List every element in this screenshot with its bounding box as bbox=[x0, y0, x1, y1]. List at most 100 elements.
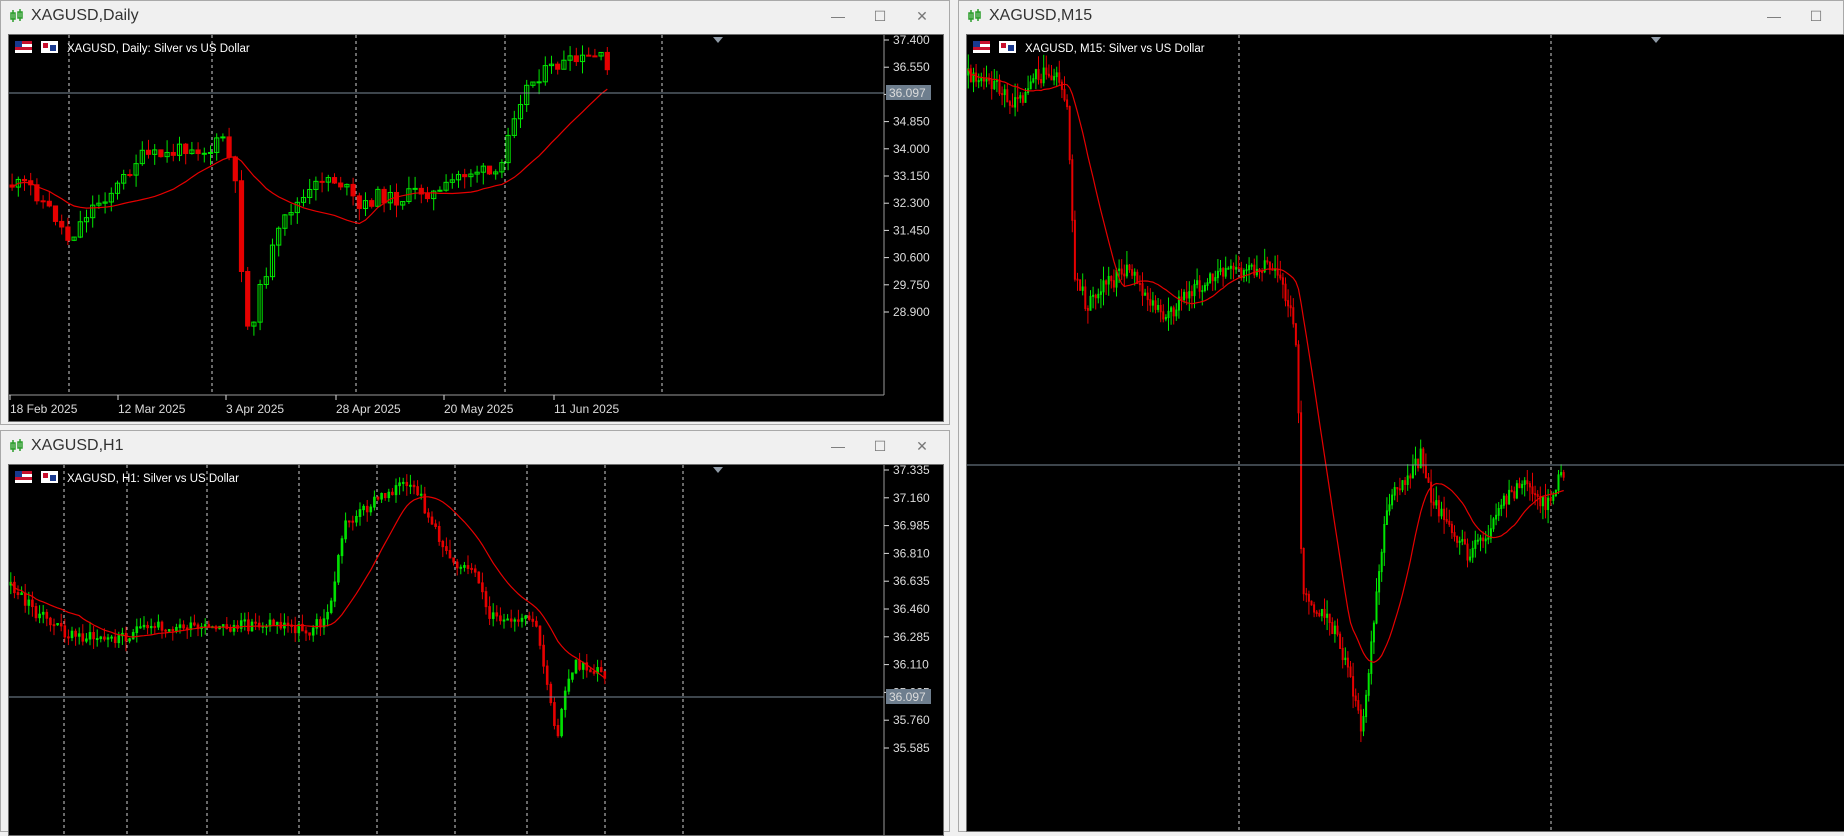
candle-body bbox=[1079, 279, 1082, 291]
candle-body bbox=[1383, 523, 1386, 553]
candle-body bbox=[1211, 273, 1214, 282]
flag-icon bbox=[15, 471, 32, 483]
candle-body bbox=[592, 671, 596, 674]
candle-body bbox=[1287, 300, 1290, 307]
candle-body bbox=[1435, 500, 1438, 506]
candle-body bbox=[1495, 514, 1498, 520]
candle-body bbox=[1071, 159, 1074, 221]
candle-body bbox=[238, 180, 245, 272]
chart-header: XAGUSD, Daily: Silver vs US Dollar bbox=[15, 41, 250, 55]
candle-body bbox=[1063, 88, 1066, 101]
candle-body bbox=[437, 189, 443, 192]
date-label: 28 Apr 2025 bbox=[336, 402, 401, 416]
candle-body bbox=[549, 683, 553, 704]
maximize-button[interactable]: ☐ bbox=[859, 1, 901, 31]
candle-body bbox=[430, 516, 434, 525]
candle-body bbox=[1370, 641, 1373, 674]
price-label: 35.585 bbox=[893, 741, 930, 755]
minimize-button[interactable]: — bbox=[817, 431, 859, 461]
price-label: 34.850 bbox=[893, 115, 930, 129]
candle-body bbox=[1175, 309, 1178, 317]
current-price-value: 36.097 bbox=[889, 690, 926, 704]
candle-body bbox=[412, 187, 418, 190]
candle-body bbox=[1089, 295, 1092, 311]
candle-body bbox=[477, 571, 481, 584]
candle-body bbox=[1479, 537, 1482, 541]
minimize-button[interactable]: — bbox=[1753, 1, 1795, 31]
candle-body bbox=[1445, 518, 1448, 522]
chart-m15[interactable]: XAGUSD, M15: Silver vs US Dollar bbox=[966, 34, 1844, 832]
candle-body bbox=[1430, 481, 1433, 503]
candle-body bbox=[393, 191, 400, 206]
candle-body bbox=[40, 200, 46, 203]
candle-body bbox=[1359, 709, 1362, 732]
candle-body bbox=[347, 520, 351, 523]
candle-body bbox=[1006, 89, 1009, 103]
candle-body bbox=[95, 638, 99, 641]
candle-body bbox=[424, 193, 431, 200]
candle-body bbox=[391, 491, 394, 496]
chart-canvas-daily[interactable]: 37.40036.55035.70034.85034.00033.15032.3… bbox=[9, 35, 943, 421]
titlebar-daily[interactable]: XAGUSD,Daily bbox=[1, 1, 949, 31]
price-label: 35.760 bbox=[893, 713, 930, 727]
candle-body bbox=[1219, 268, 1222, 272]
candle-body bbox=[338, 182, 344, 188]
candle-body bbox=[1034, 69, 1037, 80]
candle-body bbox=[1232, 265, 1235, 270]
candle-body bbox=[506, 618, 509, 621]
candle-body bbox=[1154, 300, 1157, 310]
candle-body bbox=[502, 619, 506, 622]
candle-body bbox=[980, 77, 983, 82]
candle-body bbox=[1466, 543, 1469, 561]
candle-body bbox=[1279, 274, 1282, 279]
candle-body bbox=[990, 78, 993, 90]
chart-daily[interactable]: 37.40036.55035.70034.85034.00033.15032.3… bbox=[8, 34, 944, 422]
candle-body bbox=[481, 582, 484, 593]
candle-body bbox=[995, 79, 998, 82]
candle-body bbox=[1185, 291, 1188, 299]
candle-body bbox=[1206, 282, 1209, 286]
minimize-button[interactable]: — bbox=[817, 1, 859, 31]
candle-body bbox=[553, 702, 556, 726]
chart-canvas-m15[interactable]: XAGUSD, M15: Silver vs US Dollar bbox=[967, 35, 1844, 831]
close-button[interactable]: ✕ bbox=[901, 431, 943, 461]
candle-body bbox=[46, 200, 52, 207]
candle-body bbox=[247, 619, 250, 632]
candle-body bbox=[1547, 497, 1550, 511]
candle-body bbox=[1138, 283, 1141, 286]
candle-body bbox=[1125, 264, 1128, 277]
candle-body bbox=[401, 481, 405, 484]
candle-body bbox=[1120, 268, 1123, 275]
candle-body bbox=[34, 606, 38, 619]
date-label: 18 Feb 2025 bbox=[10, 402, 78, 416]
candle-body bbox=[1128, 264, 1131, 271]
candle-body bbox=[1505, 495, 1508, 505]
candle-body bbox=[405, 481, 409, 487]
chart-header-text: XAGUSD, M15: Silver vs US Dollar bbox=[1025, 43, 1205, 55]
candle-body bbox=[1372, 622, 1375, 643]
candle-body bbox=[1133, 271, 1136, 276]
candle-body bbox=[1326, 613, 1329, 618]
chart-h1[interactable]: 37.335 37.160 36.985 36.810 36.635 36.460 36.2… bbox=[8, 464, 944, 836]
candle-body bbox=[1050, 75, 1053, 81]
candle-body bbox=[110, 636, 113, 639]
titlebar-h1[interactable]: XAGUSD,H1 bbox=[1, 431, 949, 461]
titlebar-m15[interactable]: XAGUSD,M15 bbox=[959, 1, 1843, 31]
close-button[interactable]: ✕ bbox=[901, 1, 943, 31]
candle-body bbox=[376, 496, 380, 500]
symbol-icon bbox=[41, 471, 58, 483]
maximize-button[interactable]: ☐ bbox=[859, 431, 901, 461]
candle-body bbox=[1024, 91, 1027, 103]
candle-body bbox=[1084, 286, 1087, 309]
maximize-button[interactable]: ☐ bbox=[1795, 1, 1837, 31]
candle-body bbox=[1019, 95, 1022, 99]
candle-body bbox=[1170, 307, 1173, 312]
candle-body bbox=[1440, 508, 1443, 517]
symbol-icon bbox=[41, 41, 58, 53]
candle-body bbox=[1214, 277, 1217, 282]
chart-canvas-h1[interactable]: 37.335 37.160 36.985 36.810 36.635 36.460 36.2… bbox=[9, 465, 943, 835]
candle-body bbox=[1528, 483, 1531, 488]
candlestick-chart-icon bbox=[10, 9, 23, 22]
candle-body bbox=[538, 625, 542, 646]
candle-body bbox=[1123, 273, 1126, 277]
